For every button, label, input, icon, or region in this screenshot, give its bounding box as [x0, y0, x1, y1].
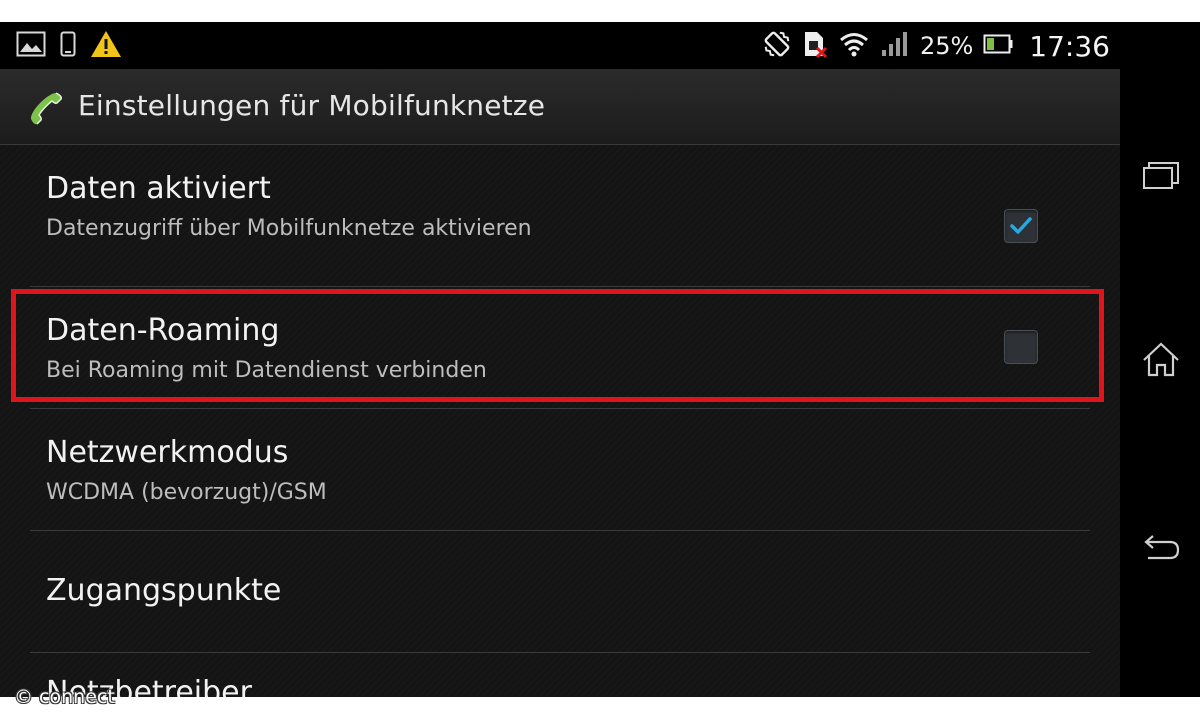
page-title: Einstellungen für Mobilfunknetze: [78, 89, 546, 122]
signal-icon: [880, 30, 910, 62]
data-enabled-checkbox[interactable]: [1004, 209, 1038, 243]
watermark: © connect: [14, 686, 115, 708]
clock: 17:36: [1029, 29, 1110, 63]
setting-summary: Bei Roaming mit Datendienst verbinden: [46, 358, 487, 383]
navigation-bar: [1120, 22, 1200, 697]
status-bar: 25% 17:36: [0, 22, 1120, 69]
checkmark-icon: [1010, 217, 1032, 234]
setting-daten-roaming[interactable]: Daten-Roaming Bei Roaming mit Datendiens…: [0, 287, 1120, 408]
setting-summary: WCDMA (bevorzugt)/GSM: [46, 480, 327, 505]
setting-title: Netzwerkmodus: [46, 435, 289, 470]
setting-zugangspunkte[interactable]: Zugangspunkte: [0, 531, 1120, 652]
setting-title: Daten aktiviert: [46, 171, 271, 206]
recent-apps-icon[interactable]: [1140, 156, 1182, 198]
setting-netzbetreiber[interactable]: Netzbetreiber: [0, 653, 1120, 697]
setting-summary: Datenzugriff über Mobilfunknetze aktivie…: [46, 216, 532, 241]
battery-percent: 25%: [919, 32, 974, 60]
sim-icon: [802, 29, 828, 63]
warning-icon: [90, 29, 122, 63]
back-icon[interactable]: [1140, 526, 1182, 568]
home-icon[interactable]: [1140, 338, 1182, 380]
wifi-icon: [838, 30, 870, 62]
battery-icon: [983, 33, 1013, 59]
setting-title: Zugangspunkte: [46, 573, 282, 608]
setting-daten-aktiviert[interactable]: Daten aktiviert Datenzugriff über Mobilf…: [0, 145, 1120, 266]
action-bar: Einstellungen für Mobilfunknetze: [0, 69, 1120, 145]
phone-device-icon: [60, 31, 76, 61]
settings-list: Daten aktiviert Datenzugriff über Mobilf…: [0, 145, 1120, 697]
image-icon: [16, 31, 46, 61]
vibrate-icon: [762, 29, 792, 63]
setting-netzwerkmodus[interactable]: Netzwerkmodus WCDMA (bevorzugt)/GSM: [0, 409, 1120, 530]
data-roaming-checkbox[interactable]: [1004, 330, 1038, 364]
phone-screen: 25% 17:36 Einstellungen für Mobilfunknet…: [0, 22, 1200, 697]
phone-handset-icon[interactable]: [26, 89, 66, 129]
setting-title: Daten-Roaming: [46, 313, 280, 348]
